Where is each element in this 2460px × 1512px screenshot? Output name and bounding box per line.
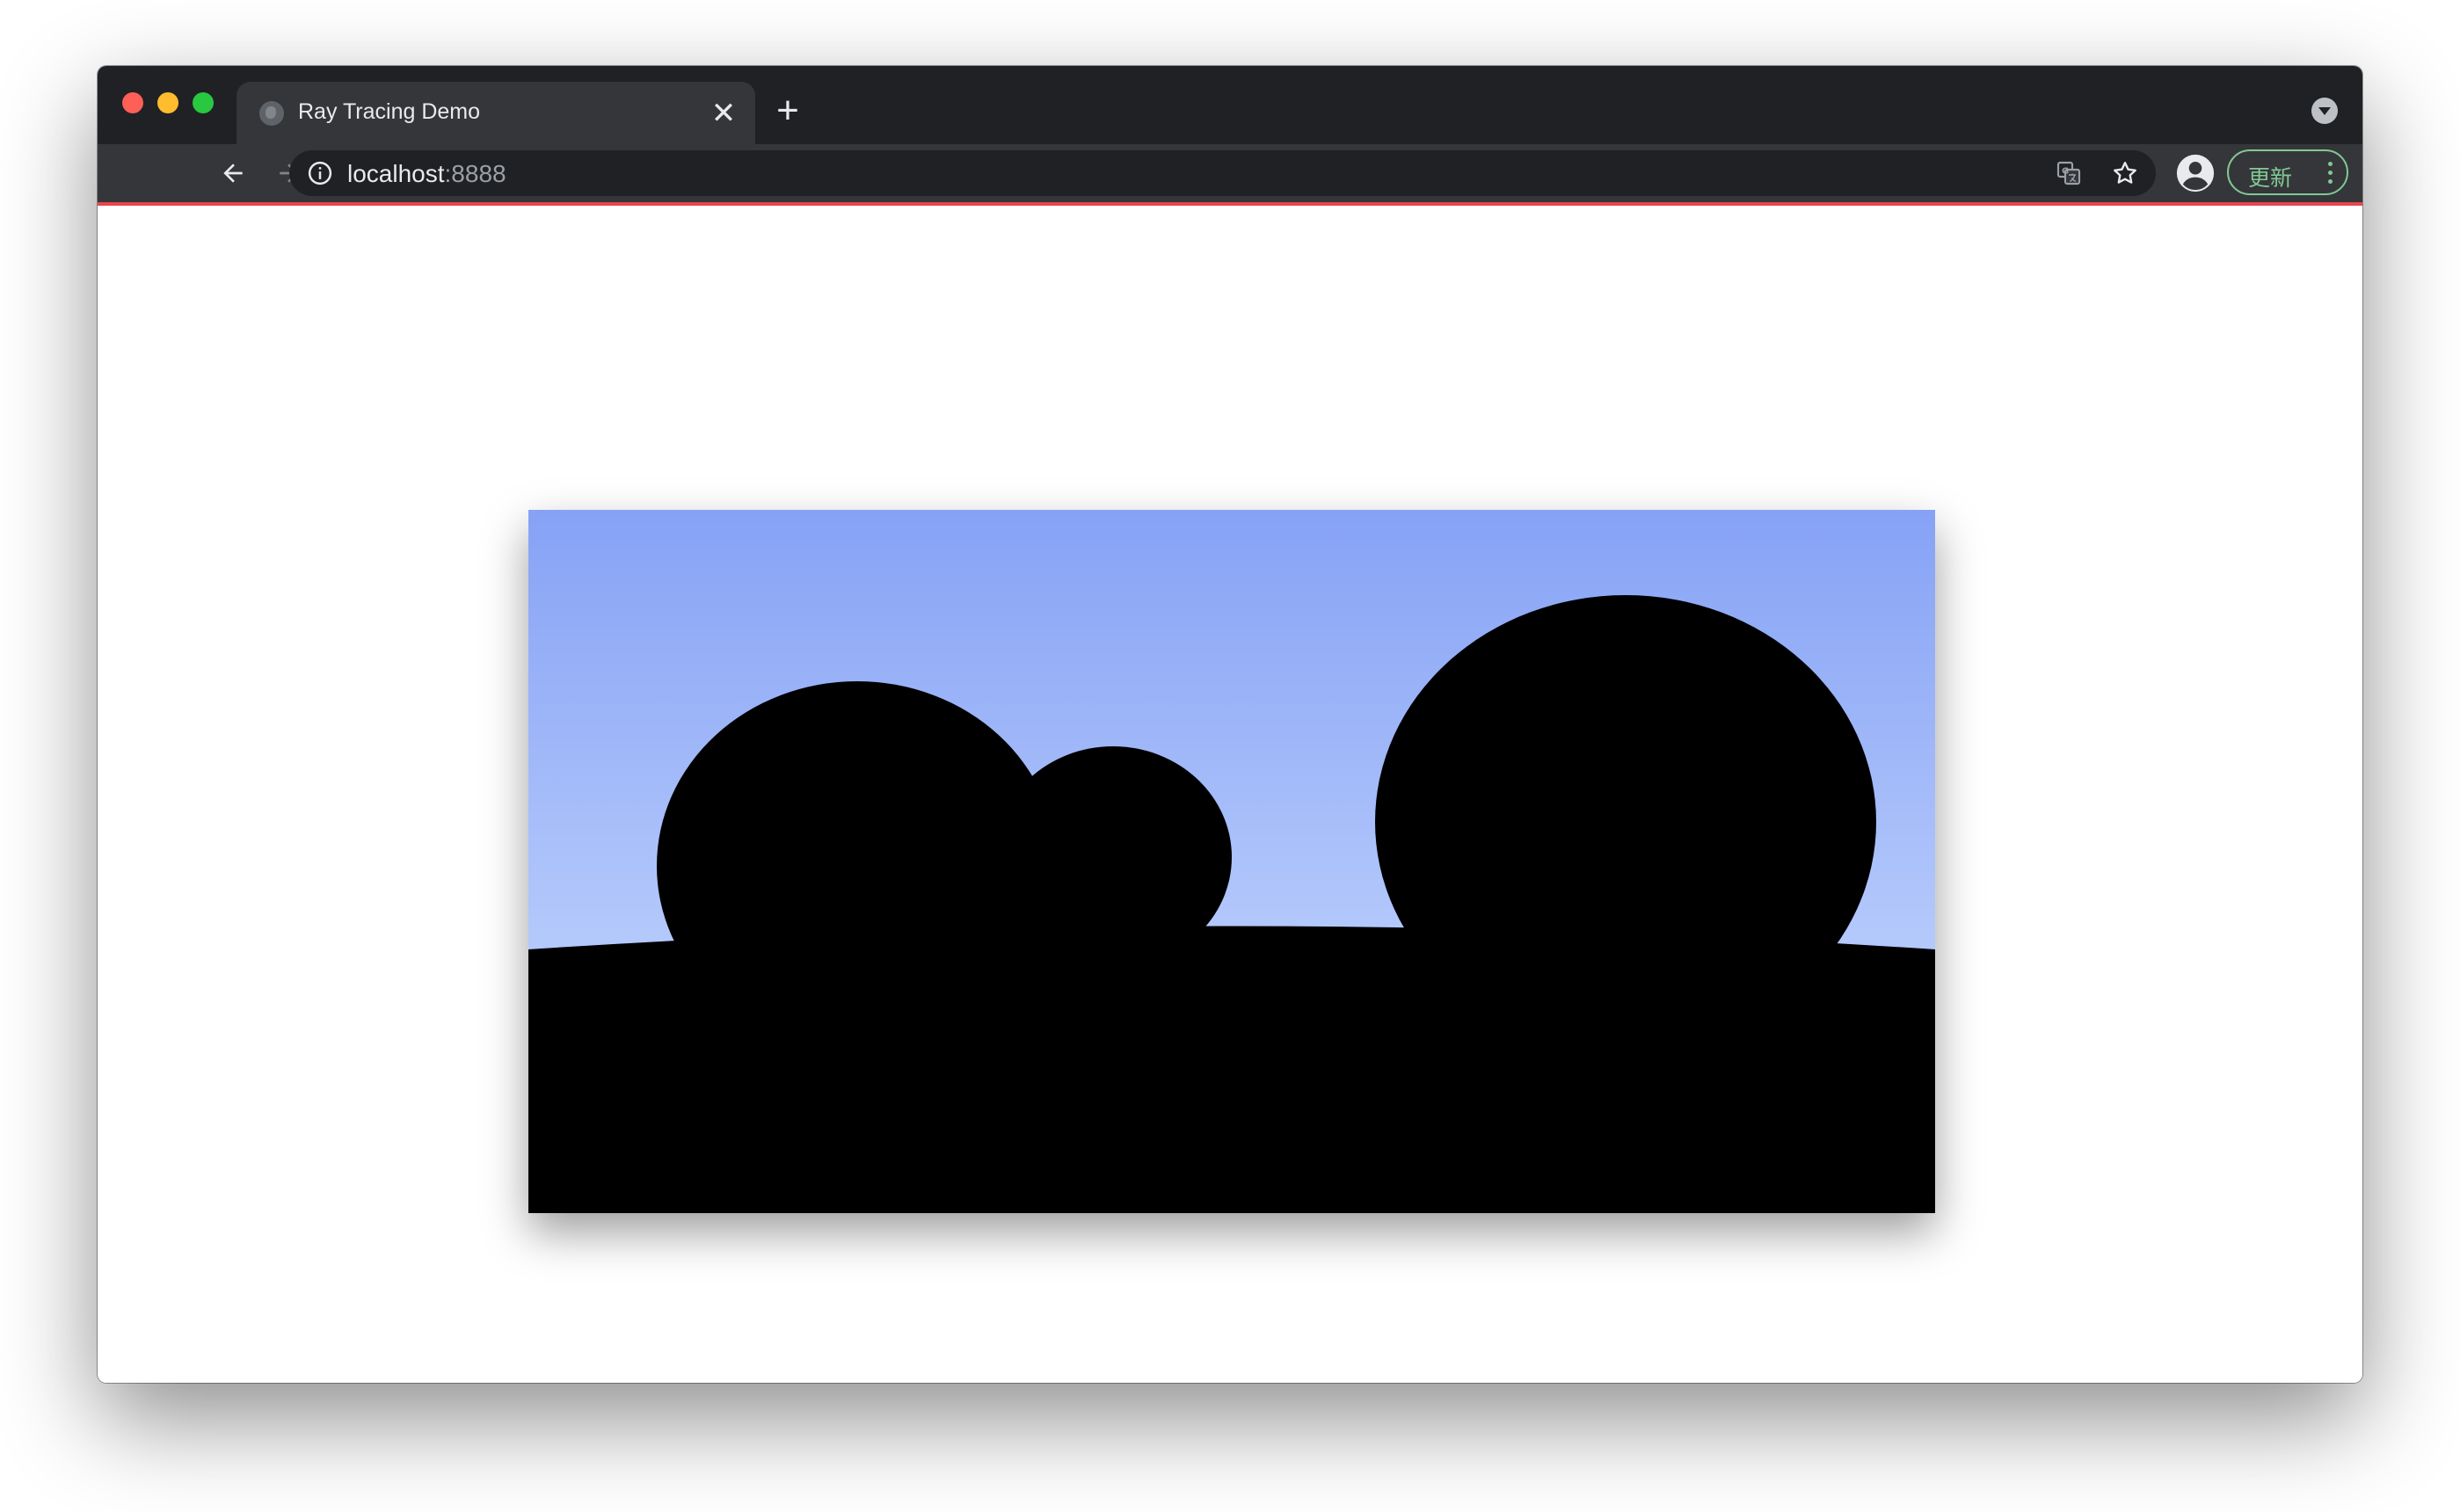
- browser-window: Ray Tracing Demo ✕ + localhost:8888 G 更新: [98, 66, 2362, 1383]
- sphere-middle: [994, 746, 1232, 968]
- page-content: [98, 206, 2362, 1383]
- active-tab[interactable]: Ray Tracing Demo ✕: [237, 82, 755, 144]
- url-text[interactable]: localhost:8888: [347, 160, 506, 188]
- svg-text:G: G: [2062, 167, 2069, 177]
- maximize-window-button[interactable]: [193, 92, 214, 113]
- url-port: :8888: [444, 160, 506, 187]
- info-icon[interactable]: [307, 160, 333, 186]
- update-label: 更新: [2248, 166, 2293, 191]
- tab-strip: Ray Tracing Demo ✕ +: [98, 66, 2362, 144]
- update-button[interactable]: 更新: [2227, 149, 2348, 195]
- browser-toolbar: localhost:8888 G 更新: [98, 144, 2362, 206]
- profile-avatar-icon[interactable]: [2175, 153, 2216, 193]
- bookmark-star-icon[interactable]: [2111, 159, 2139, 187]
- close-window-button[interactable]: [122, 92, 143, 113]
- tab-search-icon[interactable]: [2311, 98, 2338, 124]
- url-host: localhost: [347, 160, 445, 187]
- arrow-left-icon: [223, 164, 243, 183]
- address-bar[interactable]: localhost:8888 G: [289, 150, 2156, 196]
- globe-icon: [259, 101, 284, 126]
- new-tab-button[interactable]: +: [766, 91, 810, 134]
- back-button[interactable]: [210, 150, 256, 196]
- translate-icon[interactable]: G: [2055, 159, 2083, 187]
- tab-close-icon[interactable]: ✕: [704, 94, 743, 133]
- tab-title: Ray Tracing Demo: [298, 99, 481, 124]
- more-vertical-icon[interactable]: [2325, 160, 2334, 186]
- minimize-window-button[interactable]: [157, 92, 178, 113]
- ray-tracing-canvas: [528, 510, 1935, 1213]
- sphere-right: [1375, 595, 1876, 1049]
